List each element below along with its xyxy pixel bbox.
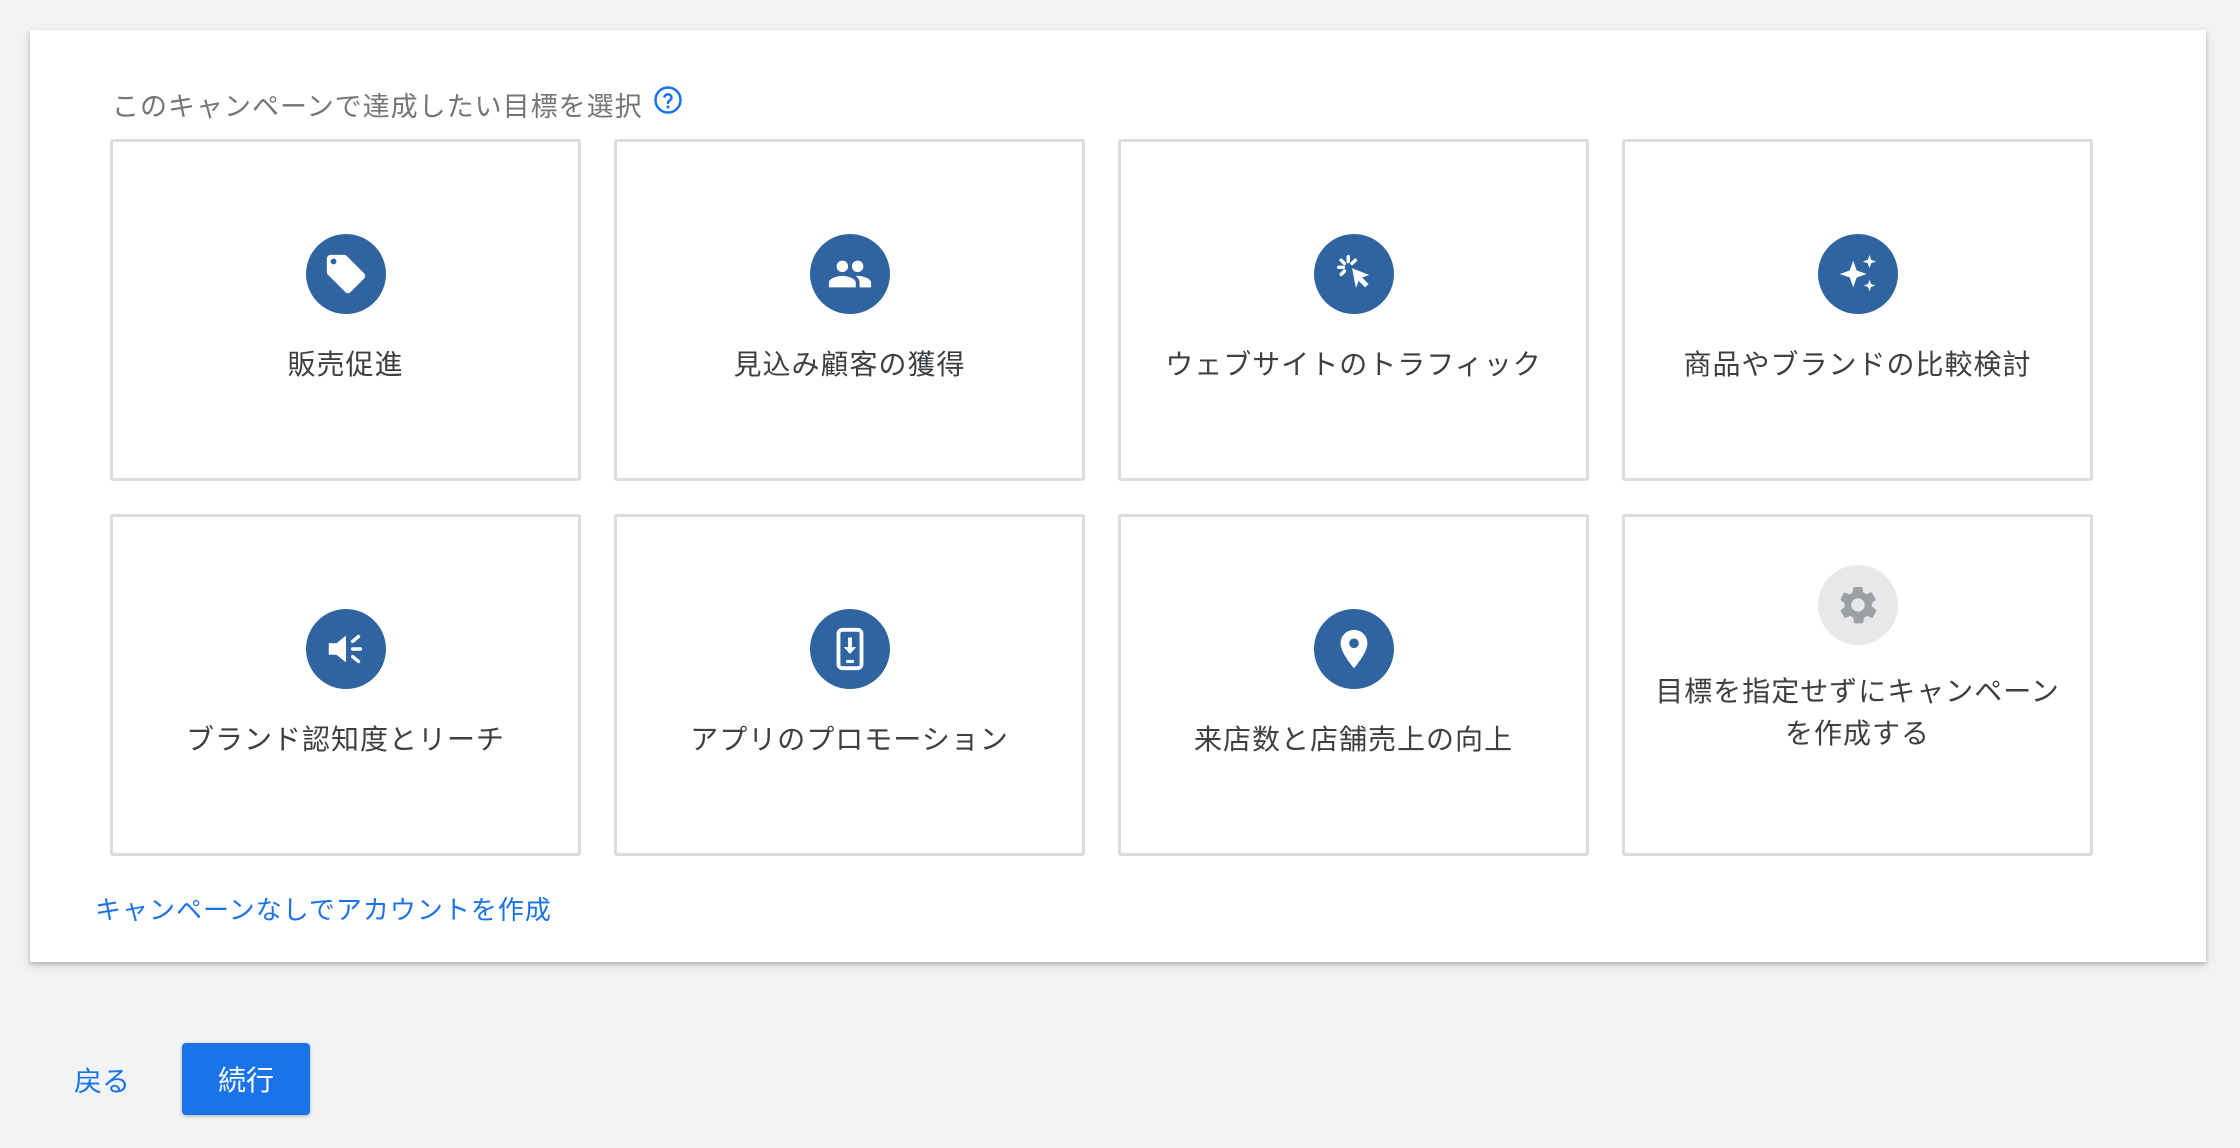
sparkle-icon bbox=[1817, 234, 1898, 314]
goal-card-no-goal[interactable]: 目標を指定せずにキャンペーンを作成する bbox=[1622, 514, 2093, 856]
location-pin-icon bbox=[1313, 609, 1394, 689]
people-icon bbox=[809, 234, 890, 314]
goal-card-awareness[interactable]: ブランド認知度とリーチ bbox=[110, 514, 581, 856]
goal-label: アプリのプロモーション bbox=[690, 723, 1009, 756]
goal-grid: 販売促進 見込み顧客の獲得 ウェブサイトのトラフィック 商品やブランドの比較検討… bbox=[110, 139, 2093, 856]
help-circle-icon[interactable] bbox=[653, 85, 683, 115]
goal-label: 見込み顧客の獲得 bbox=[733, 348, 966, 381]
goal-selection-panel: このキャンペーンで達成したい目標を選択 販売促進 見込み顧客の獲得 ウェブサイト… bbox=[30, 30, 2206, 962]
goal-label: 目標を指定せずにキャンペーンを作成する bbox=[1655, 675, 2060, 750]
section-heading: このキャンペーンで達成したい目標を選択 bbox=[112, 80, 683, 128]
heading-text: このキャンペーンで達成したい目標を選択 bbox=[112, 91, 643, 123]
goal-card-app-promotion[interactable]: アプリのプロモーション bbox=[614, 514, 1085, 856]
goal-label: 販売促進 bbox=[287, 348, 404, 381]
megaphone-icon bbox=[305, 609, 386, 689]
continue-button[interactable]: 続行 bbox=[182, 1043, 310, 1115]
goal-card-leads[interactable]: 見込み顧客の獲得 bbox=[614, 139, 1085, 481]
goal-card-traffic[interactable]: ウェブサイトのトラフィック bbox=[1118, 139, 1589, 481]
goal-label: 商品やブランドの比較検討 bbox=[1683, 348, 2032, 381]
goal-label: 来店数と店舗売上の向上 bbox=[1193, 723, 1513, 756]
back-button[interactable]: 戻る bbox=[62, 1050, 142, 1110]
gear-icon bbox=[1817, 565, 1898, 645]
goal-label: ブランド認知度とリーチ bbox=[185, 723, 505, 756]
goal-card-consideration[interactable]: 商品やブランドの比較検討 bbox=[1622, 139, 2093, 481]
create-account-without-campaign-link[interactable]: キャンペーンなしでアカウントを作成 bbox=[95, 890, 552, 927]
cursor-click-icon bbox=[1313, 234, 1394, 314]
tag-icon bbox=[305, 234, 386, 314]
goal-card-sales[interactable]: 販売促進 bbox=[110, 139, 581, 481]
goal-card-store-visits[interactable]: 来店数と店舗売上の向上 bbox=[1118, 514, 1589, 856]
phone-download-icon bbox=[809, 609, 890, 689]
goal-label: ウェブサイトのトラフィック bbox=[1165, 348, 1542, 381]
